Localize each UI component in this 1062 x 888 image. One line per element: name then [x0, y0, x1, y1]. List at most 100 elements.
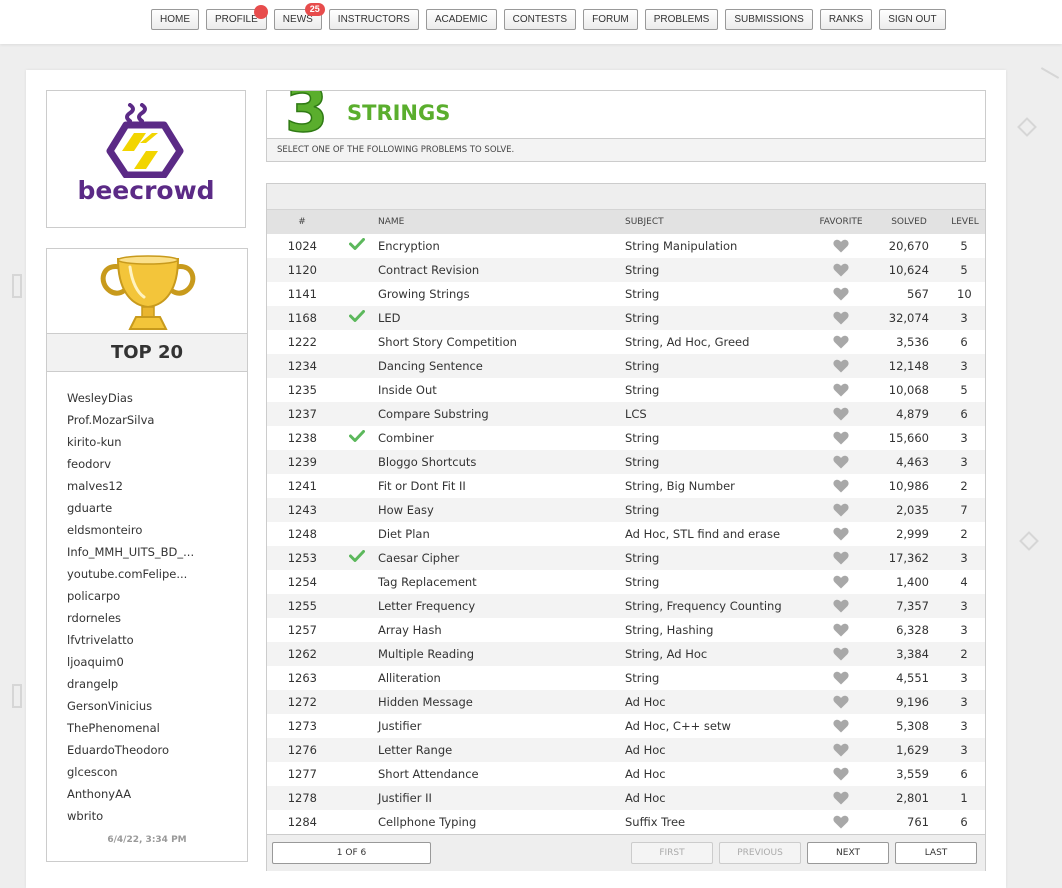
favorite-toggle[interactable]: [832, 282, 850, 309]
header-solved[interactable]: SOLVED: [887, 210, 931, 234]
header-id[interactable]: #: [287, 210, 317, 234]
favorite-toggle[interactable]: [832, 426, 850, 453]
favorite-toggle[interactable]: [832, 498, 850, 525]
table-row[interactable]: 1284 Cellphone Typing Suffix Tree 761 6: [267, 810, 985, 834]
top20-user[interactable]: glcescon: [67, 763, 194, 785]
favorite-toggle[interactable]: [832, 786, 850, 813]
table-row[interactable]: 1278 Justifier II Ad Hoc 2,801 1: [267, 786, 985, 810]
table-row[interactable]: 1234 Dancing Sentence String 12,148 3: [267, 354, 985, 378]
table-row[interactable]: 1277 Short Attendance Ad Hoc 3,559 6: [267, 762, 985, 786]
nav-news-button[interactable]: NEWS 25: [273, 3, 325, 30]
table-row[interactable]: 1222 Short Story Competition String, Ad Ho…: [267, 330, 985, 354]
favorite-toggle[interactable]: [832, 258, 850, 285]
top20-user[interactable]: GersonVinicius: [67, 697, 194, 719]
problem-name-link[interactable]: Short Story Competition: [378, 330, 517, 354]
table-row[interactable]: 1120 Contract Revision String 10,624 5: [267, 258, 985, 282]
table-row[interactable]: 1254 Tag Replacement String 1,400 4: [267, 570, 985, 594]
problem-name-link[interactable]: Diet Plan: [378, 522, 430, 546]
top20-user[interactable]: gduarte: [67, 499, 194, 521]
table-row[interactable]: 1248 Diet Plan Ad Hoc, STL find and erase 2…: [267, 522, 985, 546]
nav-sign-out-button[interactable]: SIGN OUT: [879, 9, 946, 30]
table-row[interactable]: 1272 Hidden Message Ad Hoc 9,196 3: [267, 690, 985, 714]
nav-contests-button[interactable]: CONTESTS: [503, 9, 577, 30]
favorite-toggle[interactable]: [832, 618, 850, 645]
table-row[interactable]: 1273 Justifier Ad Hoc, C++ setw 5,308 3: [267, 714, 985, 738]
top20-user[interactable]: ThePhenomenal: [67, 719, 194, 741]
nav-academic-button[interactable]: ACADEMIC: [425, 9, 497, 30]
problem-name-link[interactable]: Multiple Reading: [378, 642, 474, 666]
table-row[interactable]: 1276 Letter Range Ad Hoc 1,629 3: [267, 738, 985, 762]
favorite-toggle[interactable]: [832, 234, 850, 261]
top20-user[interactable]: AnthonyAA: [67, 785, 194, 807]
problem-name-link[interactable]: Dancing Sentence: [378, 354, 483, 378]
problem-name-link[interactable]: Letter Range: [378, 738, 452, 762]
first-page-button[interactable]: FIRST: [631, 842, 713, 864]
favorite-toggle[interactable]: [832, 354, 850, 381]
top20-user[interactable]: wbrito: [67, 807, 194, 829]
favorite-toggle[interactable]: [832, 714, 850, 741]
table-row[interactable]: 1235 Inside Out String 10,068 5: [267, 378, 985, 402]
problem-name-link[interactable]: Caesar Cipher: [378, 546, 459, 570]
table-row[interactable]: 1238 Combiner String 15,660 3: [267, 426, 985, 450]
table-row[interactable]: 1263 Alliteration String 4,551 3: [267, 666, 985, 690]
problem-name-link[interactable]: Fit or Dont Fit II: [378, 474, 466, 498]
problem-name-link[interactable]: Justifier II: [378, 786, 432, 810]
problem-name-link[interactable]: Letter Frequency: [378, 594, 475, 618]
favorite-toggle[interactable]: [832, 594, 850, 621]
favorite-toggle[interactable]: [832, 450, 850, 477]
table-row[interactable]: 1168 LED String 32,074 3: [267, 306, 985, 330]
problem-name-link[interactable]: Growing Strings: [378, 282, 470, 306]
favorite-toggle[interactable]: [832, 738, 850, 765]
last-page-button[interactable]: LAST: [895, 842, 977, 864]
table-row[interactable]: 1255 Letter Frequency String, Frequency Co…: [267, 594, 985, 618]
table-row[interactable]: 1024 Encryption String Manipulation 20,670 5: [267, 234, 985, 258]
table-row[interactable]: 1243 How Easy String 2,035 7: [267, 498, 985, 522]
top20-user[interactable]: policarpo: [67, 587, 194, 609]
nav-forum-button[interactable]: FORUM: [583, 9, 638, 30]
top20-user[interactable]: lfvtrivelatto: [67, 631, 194, 653]
problem-name-link[interactable]: Short Attendance: [378, 762, 479, 786]
favorite-toggle[interactable]: [832, 570, 850, 597]
problem-name-link[interactable]: Alliteration: [378, 666, 441, 690]
top20-user[interactable]: kirito-kun: [67, 433, 194, 455]
top20-user[interactable]: Info_MMH_UITS_BD_...: [67, 543, 194, 565]
favorite-toggle[interactable]: [832, 666, 850, 693]
next-page-button[interactable]: NEXT: [807, 842, 889, 864]
favorite-toggle[interactable]: [832, 546, 850, 573]
top20-user[interactable]: drangelp: [67, 675, 194, 697]
problem-name-link[interactable]: Encryption: [378, 234, 440, 258]
problem-name-link[interactable]: LED: [378, 306, 401, 330]
table-row[interactable]: 1141 Growing Strings String 567 10: [267, 282, 985, 306]
top20-user[interactable]: EduardoTheodoro: [67, 741, 194, 763]
top20-user[interactable]: feodorv: [67, 455, 194, 477]
problem-name-link[interactable]: Justifier: [378, 714, 421, 738]
top20-user[interactable]: WesleyDias: [67, 389, 194, 411]
favorite-toggle[interactable]: [832, 402, 850, 429]
problem-name-link[interactable]: Tag Replacement: [378, 570, 477, 594]
page-indicator[interactable]: 1 OF 6: [272, 842, 431, 864]
favorite-toggle[interactable]: [832, 522, 850, 549]
favorite-toggle[interactable]: [832, 306, 850, 333]
table-row[interactable]: 1257 Array Hash String, Hashing 6,328 3: [267, 618, 985, 642]
top20-user[interactable]: Prof.MozarSilva: [67, 411, 194, 433]
problem-name-link[interactable]: Array Hash: [378, 618, 442, 642]
header-subject[interactable]: SUBJECT: [625, 210, 664, 234]
favorite-toggle[interactable]: [832, 474, 850, 501]
top20-user[interactable]: eldsmonteiro: [67, 521, 194, 543]
nav-home-button[interactable]: HOME: [151, 9, 199, 30]
favorite-toggle[interactable]: [832, 690, 850, 717]
favorite-toggle[interactable]: [832, 810, 850, 837]
header-name[interactable]: NAME: [378, 210, 404, 234]
nav-profile-button[interactable]: PROFILE: [206, 5, 268, 30]
table-row[interactable]: 1253 Caesar Cipher String 17,362 3: [267, 546, 985, 570]
table-row[interactable]: 1262 Multiple Reading String, Ad Hoc 3,384 2: [267, 642, 985, 666]
previous-page-button[interactable]: PREVIOUS: [719, 842, 801, 864]
favorite-toggle[interactable]: [832, 330, 850, 357]
problem-name-link[interactable]: Combiner: [378, 426, 434, 450]
table-row[interactable]: 1241 Fit or Dont Fit II String, Big Number…: [267, 474, 985, 498]
problem-name-link[interactable]: Bloggo Shortcuts: [378, 450, 476, 474]
favorite-toggle[interactable]: [832, 762, 850, 789]
favorite-toggle[interactable]: [832, 378, 850, 405]
header-favorite[interactable]: FAVORITE: [817, 210, 865, 234]
problem-name-link[interactable]: Hidden Message: [378, 690, 473, 714]
